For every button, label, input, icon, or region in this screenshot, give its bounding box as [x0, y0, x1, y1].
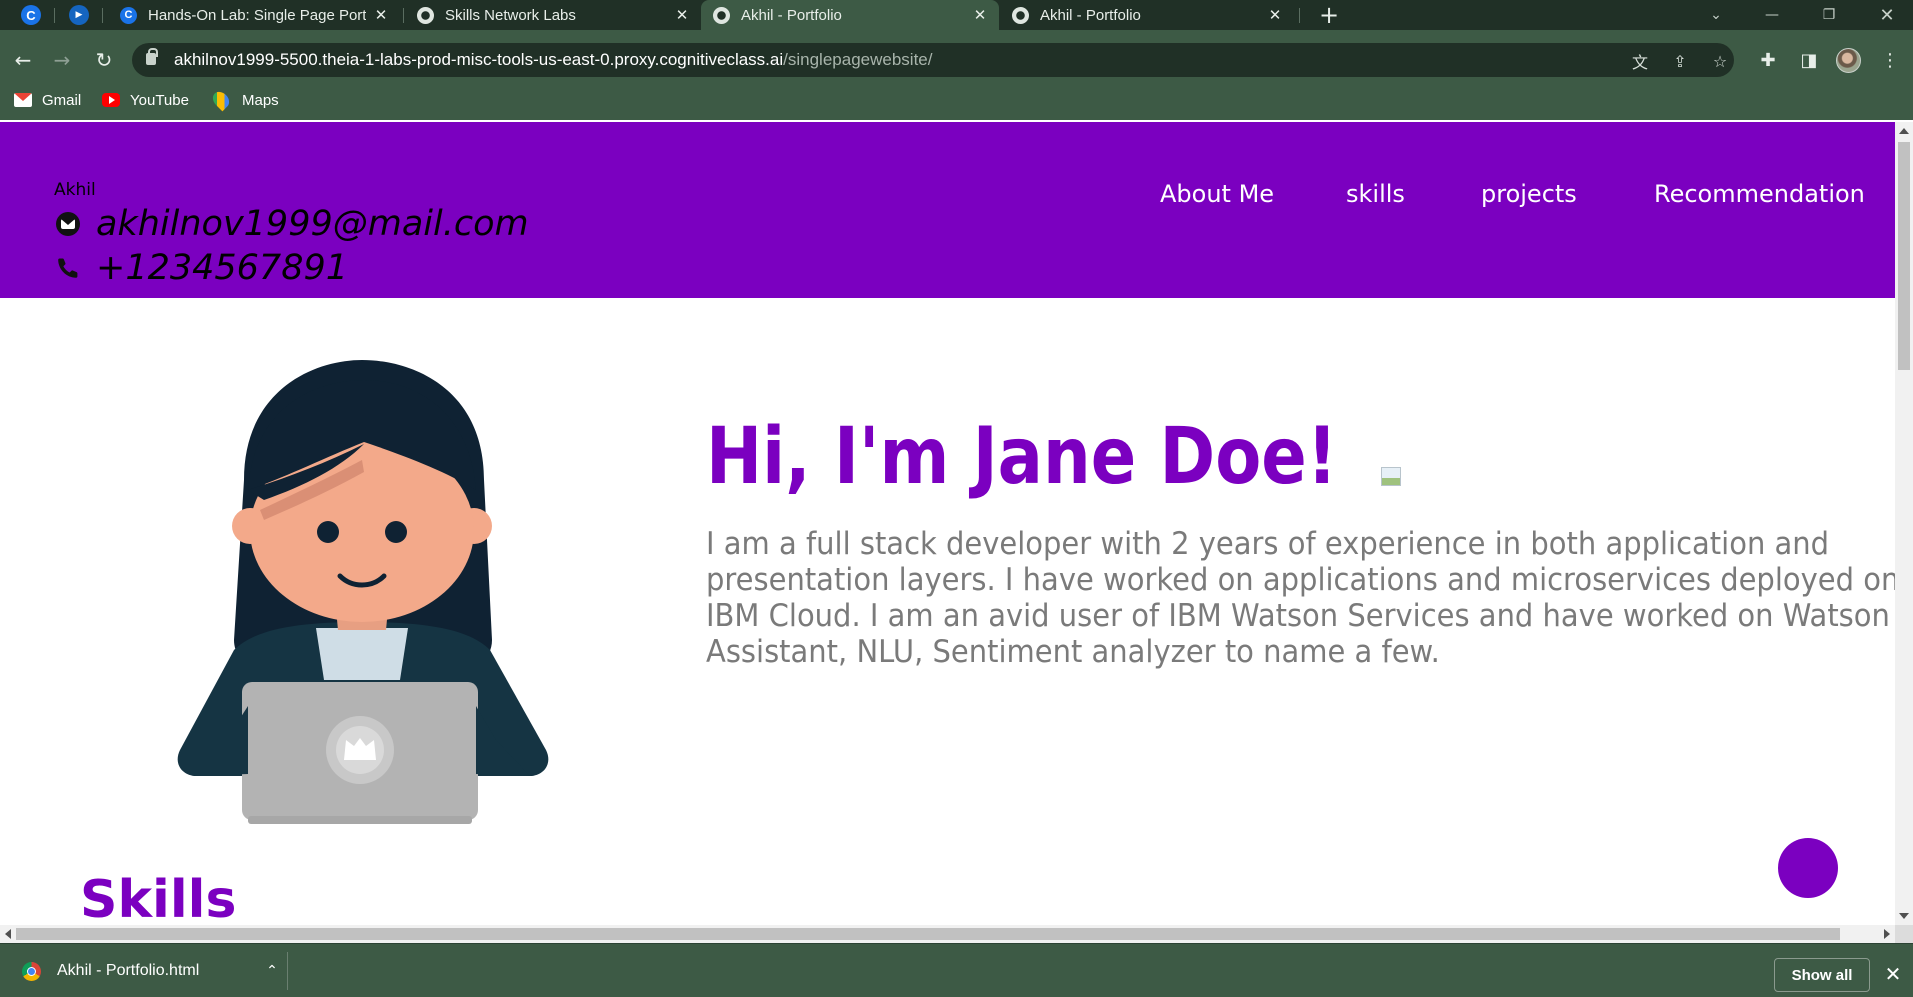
- close-icon[interactable]: ✕: [1266, 6, 1284, 24]
- scroll-right-arrow-icon[interactable]: [1884, 929, 1890, 939]
- gmail-icon: [14, 93, 32, 107]
- phone-link[interactable]: +1234567891: [96, 248, 348, 288]
- bookmark-gmail[interactable]: Gmail: [14, 90, 81, 110]
- globe-icon: [1012, 6, 1029, 24]
- profile-avatar[interactable]: [1836, 48, 1861, 73]
- tab-separator: [1299, 8, 1300, 23]
- menu-kebab-icon[interactable]: ⋮: [1876, 46, 1904, 74]
- side-panel-icon[interactable]: ◨: [1795, 46, 1823, 74]
- bookmark-label: YouTube: [130, 91, 189, 109]
- tab-akhil-portfolio-active[interactable]: Akhil - Portfolio ✕: [701, 0, 999, 30]
- chrome-icon: [22, 961, 41, 981]
- hero-description-line: presentation layers. I have worked on ap…: [706, 562, 1895, 598]
- globe-icon: [417, 6, 434, 24]
- phone-contact[interactable]: +1234567891: [56, 248, 348, 288]
- tab-akhil-portfolio[interactable]: Akhil - Portfolio ✕: [1000, 0, 1294, 30]
- horizontal-scroll-thumb[interactable]: [16, 928, 1840, 940]
- show-all-button[interactable]: Show all: [1774, 958, 1870, 992]
- url-path: /singlepagewebsite/: [783, 50, 933, 69]
- email-contact[interactable]: akhilnov1999@mail.com: [56, 204, 529, 244]
- tab-title: Akhil - Portfolio: [1040, 6, 1141, 24]
- tab-search-chevron-icon[interactable]: ⌄: [1693, 0, 1739, 30]
- hero-description-line: IBM Cloud. I am an avid user of IBM Wats…: [706, 598, 1890, 634]
- bookmark-star-icon[interactable]: ☆: [1709, 50, 1731, 72]
- scroll-up-arrow-icon[interactable]: [1899, 128, 1909, 134]
- tab-separator: [403, 8, 404, 23]
- play-icon: ▶: [69, 5, 89, 25]
- tab-title: Hands-On Lab: Single Page Portf: [148, 6, 366, 24]
- maps-icon: [209, 88, 233, 112]
- download-item[interactable]: Akhil - Portfolio.html ⌃: [12, 952, 288, 990]
- tab-separator: [54, 8, 55, 23]
- back-arrow-icon[interactable]: ←: [9, 46, 37, 74]
- tab-skills-network-labs[interactable]: Skills Network Labs ✕: [405, 0, 701, 30]
- page-viewport: Akhil akhilnov1999@mail.com +1234567891 …: [0, 122, 1895, 925]
- extensions-puzzle-icon[interactable]: ✚: [1754, 46, 1782, 74]
- lock-icon[interactable]: [146, 48, 158, 65]
- email-link[interactable]: akhilnov1999@mail.com: [96, 204, 529, 244]
- profile-illustration: [177, 360, 549, 824]
- translate-icon[interactable]: 文: [1629, 50, 1651, 72]
- hero-description: I am a full stack developer with 2 years…: [706, 526, 1895, 670]
- cognitiveclass-icon: C: [120, 6, 137, 24]
- pinned-tab-media[interactable]: ▶: [66, 3, 92, 27]
- vertical-scrollbar[interactable]: [1895, 122, 1913, 925]
- site-owner-name: Akhil: [54, 180, 96, 200]
- floating-action-button[interactable]: [1778, 838, 1838, 898]
- nav-recommendation[interactable]: Recommendation: [1654, 180, 1865, 208]
- scroll-down-arrow-icon[interactable]: [1899, 913, 1909, 919]
- site-header: Akhil akhilnov1999@mail.com +1234567891 …: [0, 122, 1895, 298]
- broken-image-icon: [1381, 467, 1401, 486]
- download-file-name: Akhil - Portfolio.html: [57, 962, 200, 979]
- reload-icon[interactable]: ↻: [90, 46, 118, 74]
- globe-icon: [713, 6, 730, 24]
- hero-title: Hi, I'm Jane Doe!: [706, 412, 1338, 502]
- youtube-icon: [102, 93, 120, 107]
- url-text[interactable]: akhilnov1999-5500.theia-1-labs-prod-misc…: [174, 50, 932, 70]
- new-tab-plus-icon[interactable]: +: [1316, 1, 1342, 29]
- chevron-up-icon[interactable]: ⌃: [257, 963, 287, 979]
- nav-skills[interactable]: skills: [1346, 180, 1405, 208]
- minimize-icon[interactable]: —: [1749, 0, 1795, 30]
- hero-description-line: Assistant, NLU, Sentiment analyzer to na…: [706, 634, 1440, 670]
- skills-heading: Skills: [80, 870, 237, 925]
- address-bar[interactable]: akhilnov1999-5500.theia-1-labs-prod-misc…: [132, 43, 1734, 77]
- horizontal-scrollbar[interactable]: [0, 925, 1895, 943]
- close-icon[interactable]: ✕: [372, 6, 390, 24]
- bookmark-label: Maps: [242, 91, 279, 109]
- scrollbar-corner: [1895, 925, 1913, 943]
- bookmark-maps[interactable]: Maps: [209, 88, 279, 112]
- url-host: akhilnov1999-5500.theia-1-labs-prod-misc…: [174, 50, 784, 69]
- bookmark-label: Gmail: [42, 91, 82, 109]
- hero-description-line: I am a full stack developer with 2 years…: [706, 526, 1830, 562]
- window-close-icon[interactable]: ✕: [1864, 0, 1910, 30]
- phone-icon: [56, 256, 80, 280]
- share-icon[interactable]: ⇪: [1669, 50, 1691, 72]
- tab-hands-on-lab[interactable]: C Hands-On Lab: Single Page Portf ✕: [108, 0, 400, 30]
- tab-title: Skills Network Labs: [445, 6, 576, 24]
- scroll-left-arrow-icon[interactable]: [5, 929, 11, 939]
- vertical-scroll-thumb[interactable]: [1898, 142, 1910, 370]
- tab-strip: C ▶ C Hands-On Lab: Single Page Portf ✕ …: [0, 0, 1913, 30]
- close-icon[interactable]: ✕: [673, 6, 691, 24]
- restore-icon[interactable]: ❐: [1806, 0, 1852, 30]
- close-icon[interactable]: ✕: [971, 6, 989, 24]
- tab-separator: [102, 8, 103, 23]
- nav-projects[interactable]: projects: [1481, 180, 1577, 208]
- pinned-tab-cognitiveclass[interactable]: C: [18, 3, 44, 27]
- forward-arrow-icon[interactable]: →: [48, 46, 76, 74]
- envelope-icon: [56, 212, 80, 236]
- cognitiveclass-icon: C: [21, 5, 41, 25]
- tab-title: Akhil - Portfolio: [741, 6, 842, 24]
- bookmark-youtube[interactable]: YouTube: [102, 90, 189, 110]
- close-icon[interactable]: ✕: [1880, 960, 1906, 988]
- nav-about-me[interactable]: About Me: [1160, 180, 1274, 208]
- downloads-bar: Akhil - Portfolio.html ⌃ Show all ✕: [0, 943, 1913, 997]
